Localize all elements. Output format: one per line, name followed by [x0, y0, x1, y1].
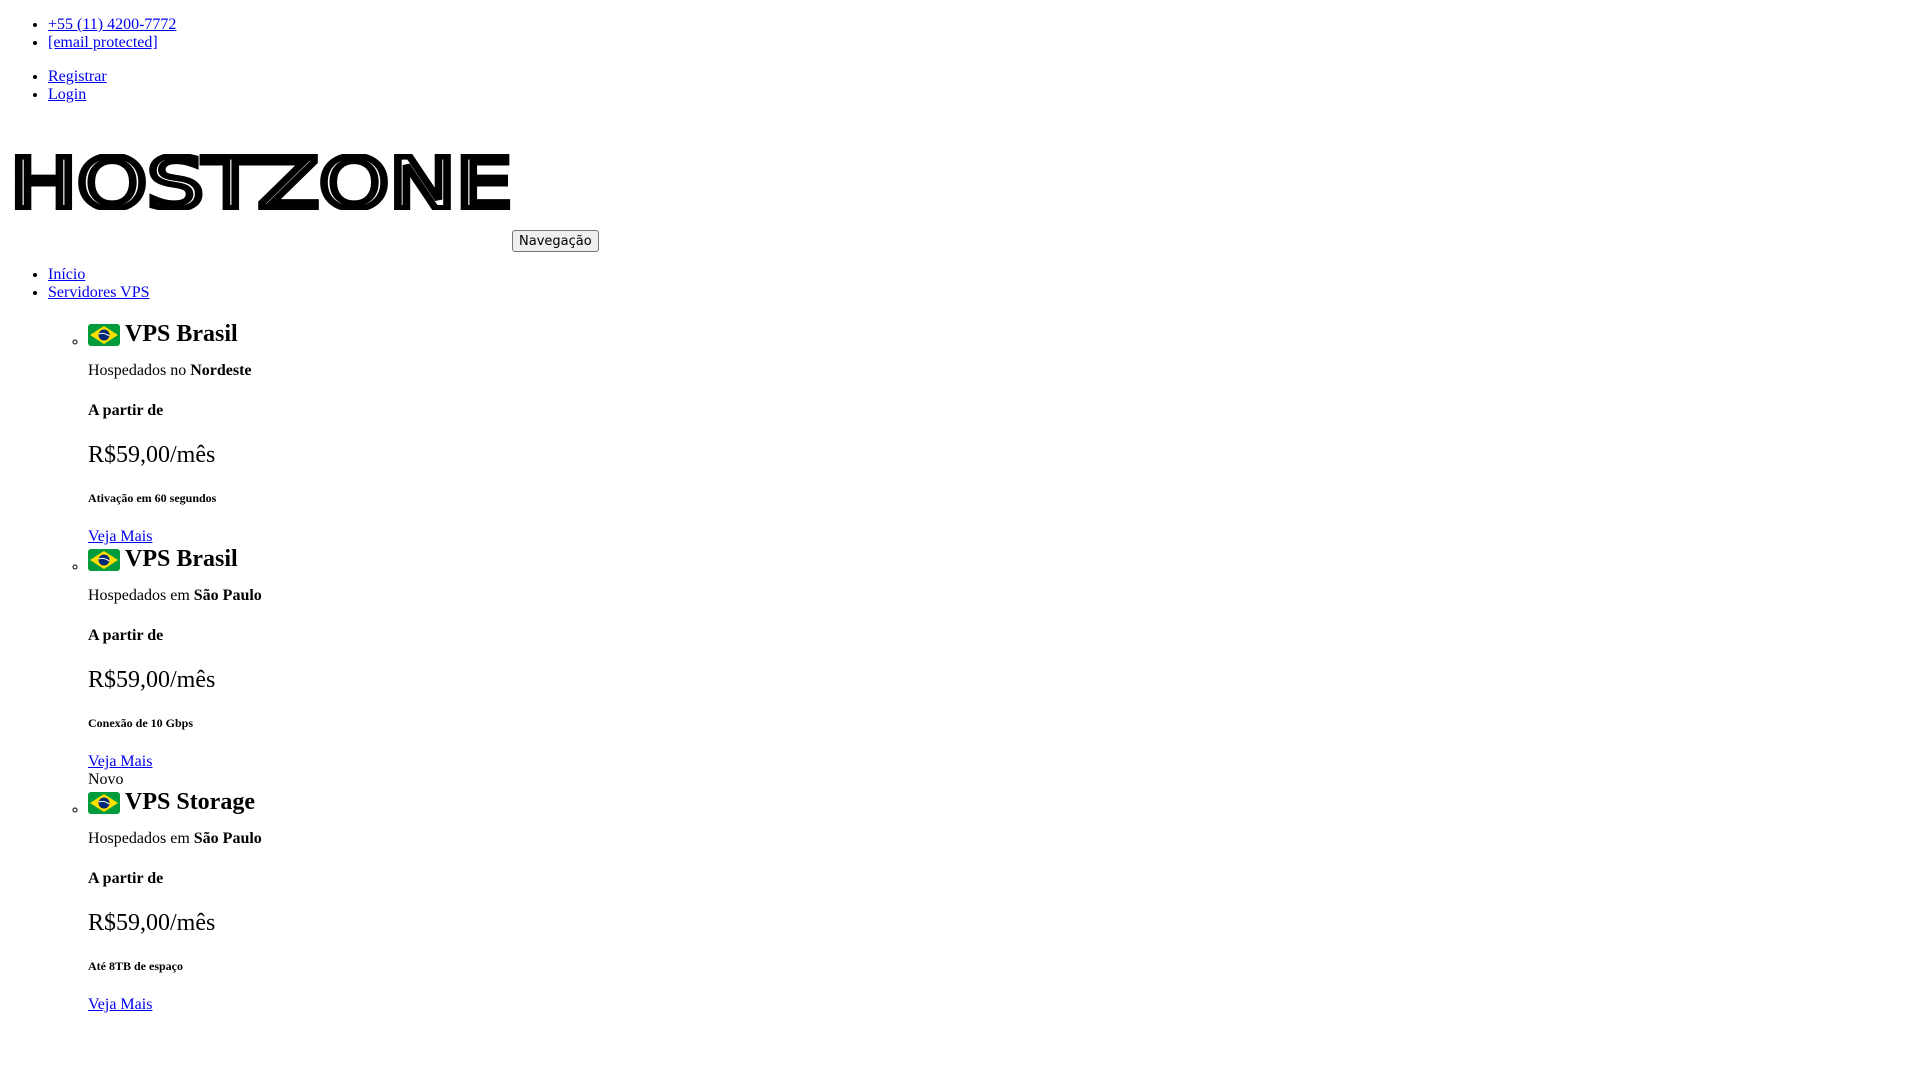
see-more-link[interactable]: Veja Mais: [88, 753, 1848, 771]
host-location-name: São Paulo: [193, 829, 262, 847]
host-location: Hospedados em São Paulo: [88, 830, 1848, 848]
feature-text: Ativação em 60 segundos: [88, 490, 217, 505]
menu-item-home: Início: [48, 266, 1848, 284]
phone-link[interactable]: +55 (11) 4200-7772: [48, 16, 176, 33]
new-badge: Novo: [88, 770, 124, 788]
brazil-flag-icon: [88, 323, 120, 346]
email-link[interactable]: [email protected]: [48, 34, 158, 51]
menu-item-vps: Servidores VPS VPS Brasil Hospedados no …: [48, 284, 1848, 1013]
price: R$59,00/mês: [88, 441, 216, 468]
vps-submenu: VPS Brasil Hospedados no Nordeste A part…: [48, 321, 1848, 1014]
card-title: VPS Brasil: [88, 546, 1848, 574]
host-prefix: Hospedados em: [88, 586, 190, 604]
vps-card-nordeste: VPS Brasil Hospedados no Nordeste A part…: [88, 321, 1848, 546]
vps-card-sao-paulo: VPS Brasil Hospedados em São Paulo A par…: [88, 546, 1848, 789]
card-title-text: VPS Storage: [125, 788, 255, 815]
login-link[interactable]: Login: [48, 86, 86, 103]
price-from-label: A partir de: [88, 626, 164, 644]
home-link[interactable]: Início: [48, 266, 85, 283]
vps-servers-link[interactable]: Servidores VPS: [48, 284, 150, 301]
host-location-name: Nordeste: [190, 361, 252, 379]
account-register-item: Registrar: [48, 68, 107, 86]
contact-email-item: [email protected]: [48, 34, 176, 52]
card-title: VPS Brasil: [88, 321, 1848, 349]
vps-card-storage: VPS Storage Hospedados em São Paulo A pa…: [88, 789, 1848, 1014]
account-list: Registrar Login: [48, 68, 107, 104]
host-location: Hospedados no Nordeste: [88, 362, 1848, 380]
card-title: VPS Storage: [88, 789, 1848, 817]
register-link[interactable]: Registrar: [48, 68, 107, 85]
price: R$59,00/mês: [88, 666, 216, 693]
host-location-name: São Paulo: [193, 586, 262, 604]
see-more-link[interactable]: Veja Mais: [88, 528, 1848, 546]
feature-text: Até 8TB de espaço: [88, 958, 183, 973]
contact-list: +55 (11) 4200-7772 [email protected]: [48, 16, 176, 52]
card-title-text: VPS Brasil: [125, 545, 238, 572]
logo-text: HOSTZONE: [10, 154, 512, 210]
brazil-flag-icon: [88, 548, 120, 571]
card-title-text: VPS Brasil: [125, 320, 238, 347]
contact-phone-item: +55 (11) 4200-7772: [48, 16, 176, 34]
main-menu: Início Servidores VPS VPS Brasil Hospeda…: [48, 266, 1848, 1014]
account-login-item: Login: [48, 86, 107, 104]
brazil-flag-icon: [88, 791, 120, 814]
hostzone-logo-image: HOSTZONE: [10, 154, 512, 210]
navigation-button[interactable]: Navegação: [512, 230, 599, 252]
price-from-label: A partir de: [88, 869, 164, 887]
feature-text: Conexão de 10 Gbps: [88, 715, 194, 730]
host-prefix: Hospedados em: [88, 829, 190, 847]
hostzone-logo[interactable]: HOSTZONE: [10, 154, 512, 210]
price: R$59,00/mês: [88, 909, 216, 936]
see-more-link[interactable]: Veja Mais: [88, 996, 1848, 1014]
host-location: Hospedados em São Paulo: [88, 587, 1848, 605]
price-from-label: A partir de: [88, 401, 164, 419]
host-prefix: Hospedados no: [88, 361, 187, 379]
